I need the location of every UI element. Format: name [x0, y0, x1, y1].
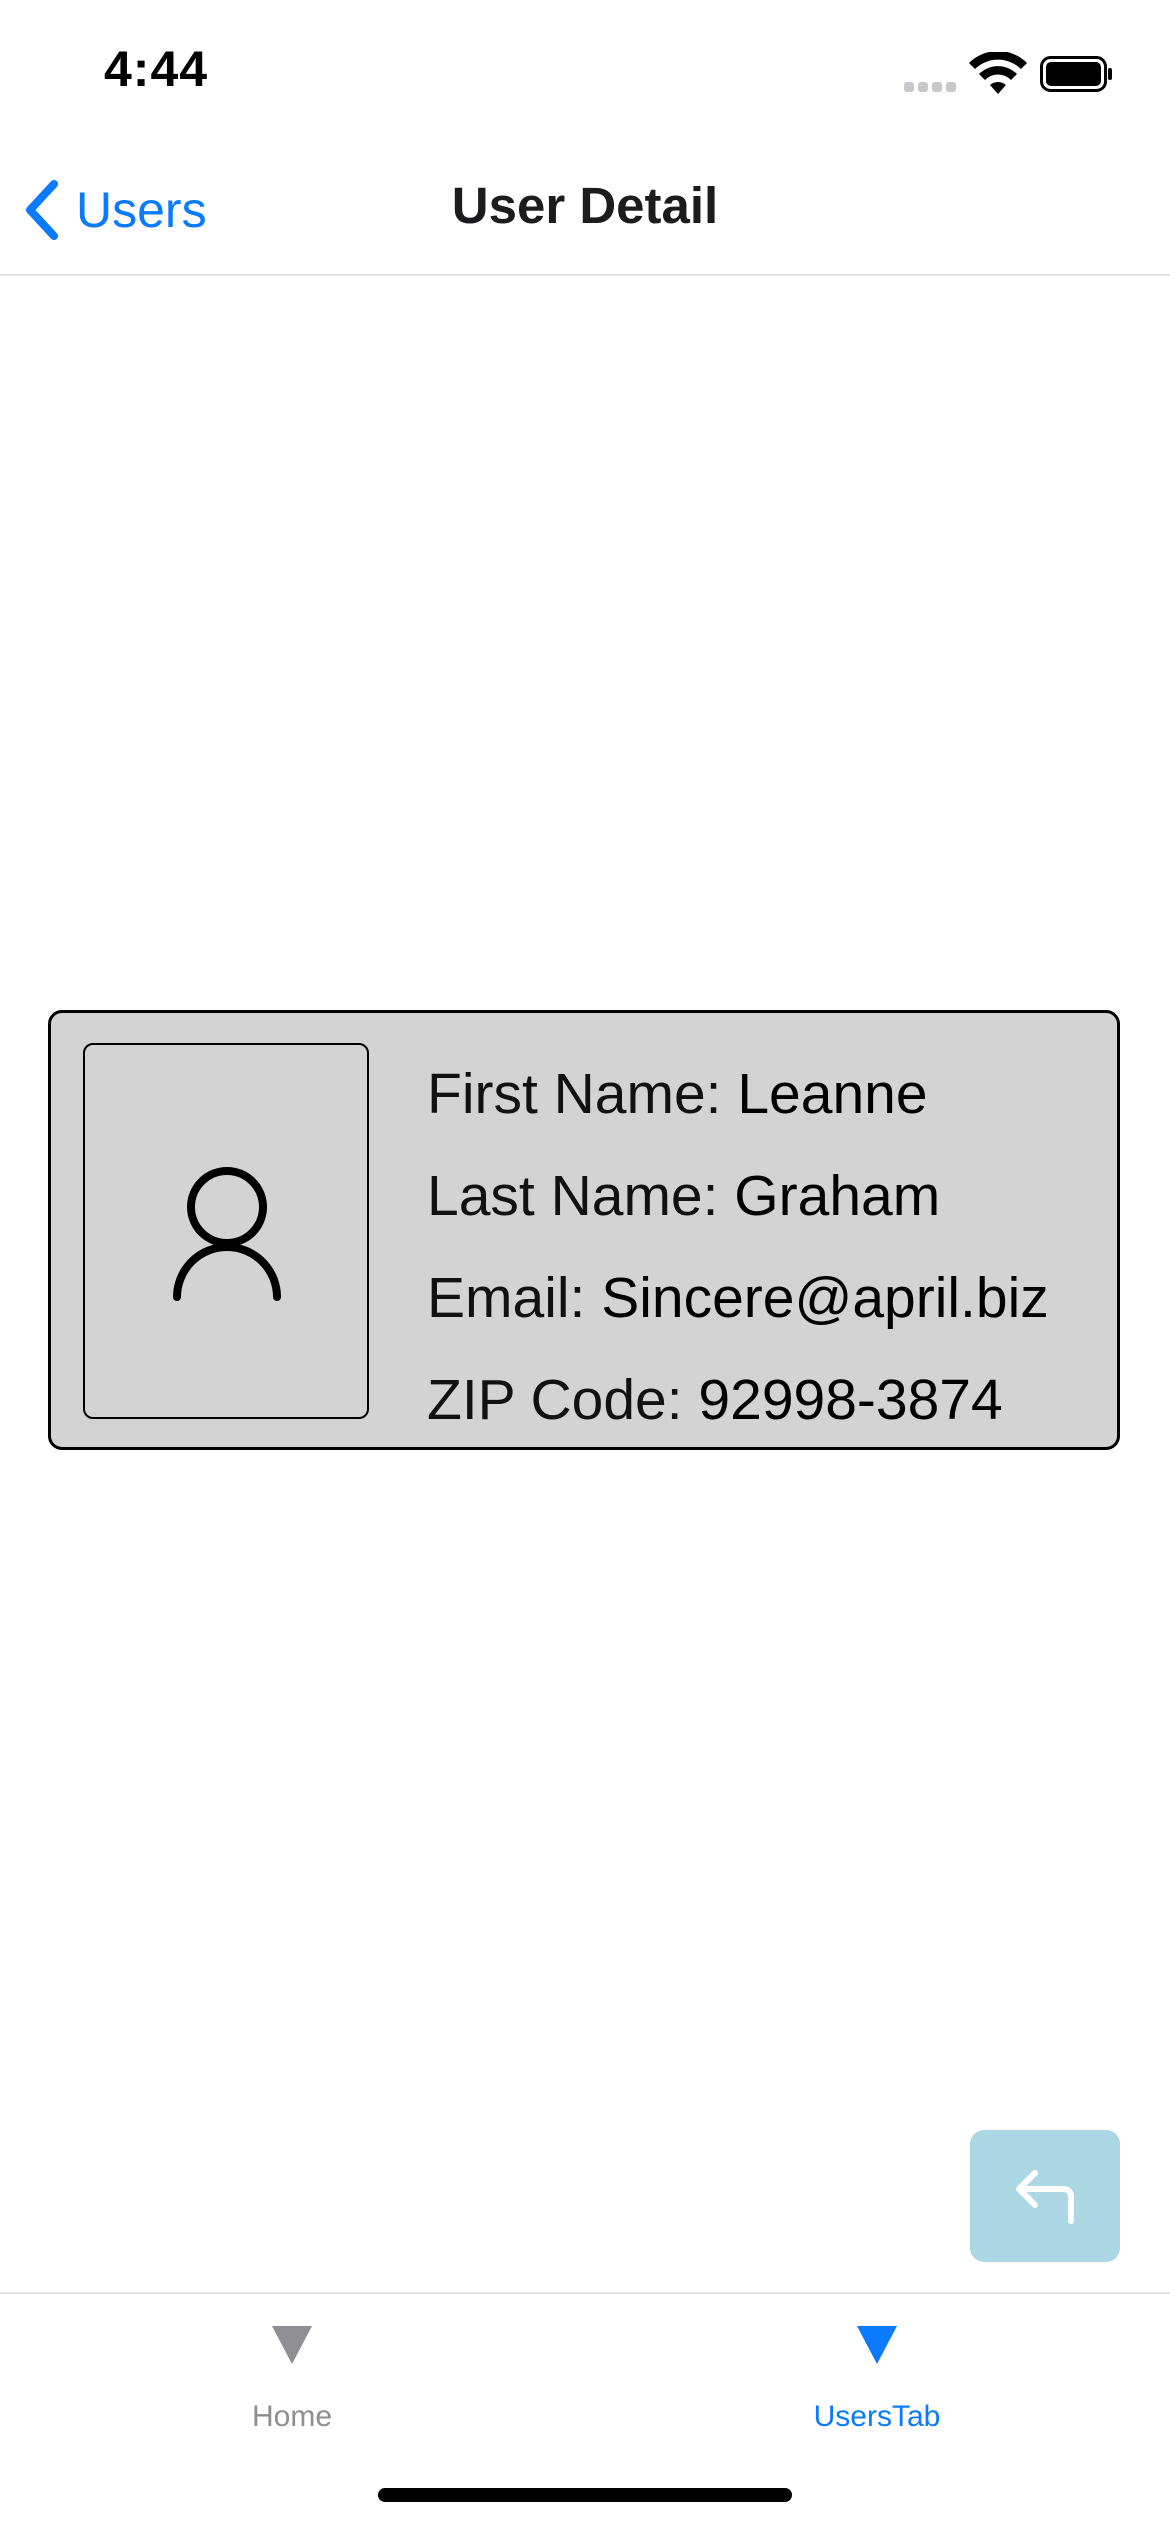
return-arrow-icon	[1016, 2170, 1074, 2224]
first-name-value: Leanne	[737, 1062, 928, 1126]
tab-home-label: Home	[251, 2400, 333, 2433]
zip-code-value: 92998-3874	[698, 1368, 1003, 1432]
tab-users-label: UsersTab	[813, 2400, 941, 2433]
status-bar: 4:44	[0, 0, 1170, 140]
zip-code-label: ZIP Code:	[427, 1368, 699, 1432]
last-name-row: Last Name: Graham	[427, 1145, 1049, 1247]
battery-icon	[1040, 56, 1112, 92]
home-indicator	[378, 2488, 792, 2502]
email-label: Email:	[427, 1266, 602, 1330]
person-outline-icon	[173, 1167, 281, 1301]
cellular-signal-icon	[904, 78, 958, 92]
status-time: 4:44	[104, 41, 209, 97]
wifi-icon	[969, 52, 1027, 94]
first-name-label: First Name:	[427, 1062, 738, 1126]
last-name-label: Last Name:	[427, 1164, 735, 1228]
triangle-down-icon	[857, 2326, 897, 2364]
last-name-value: Graham	[734, 1164, 941, 1228]
tab-users[interactable]: UsersTab	[727, 2326, 1027, 2434]
email-row: Email: Sincere@april.biz	[427, 1247, 1049, 1349]
return-button[interactable]	[970, 2130, 1120, 2262]
user-card: First Name: Leanne Last Name: Graham Ema…	[48, 1010, 1120, 1450]
tab-home[interactable]: Home	[142, 2326, 442, 2434]
navigation-bar: Users User Detail	[0, 140, 1170, 276]
page-title: User Detail	[451, 177, 719, 234]
first-name-row: First Name: Leanne	[427, 1043, 1049, 1145]
user-info-list: First Name: Leanne Last Name: Graham Ema…	[427, 1043, 1049, 1451]
avatar	[83, 1043, 369, 1419]
zip-code-row: ZIP Code: 92998-3874	[427, 1349, 1049, 1451]
email-value: Sincere@april.biz	[601, 1266, 1049, 1330]
triangle-down-icon	[272, 2326, 312, 2364]
